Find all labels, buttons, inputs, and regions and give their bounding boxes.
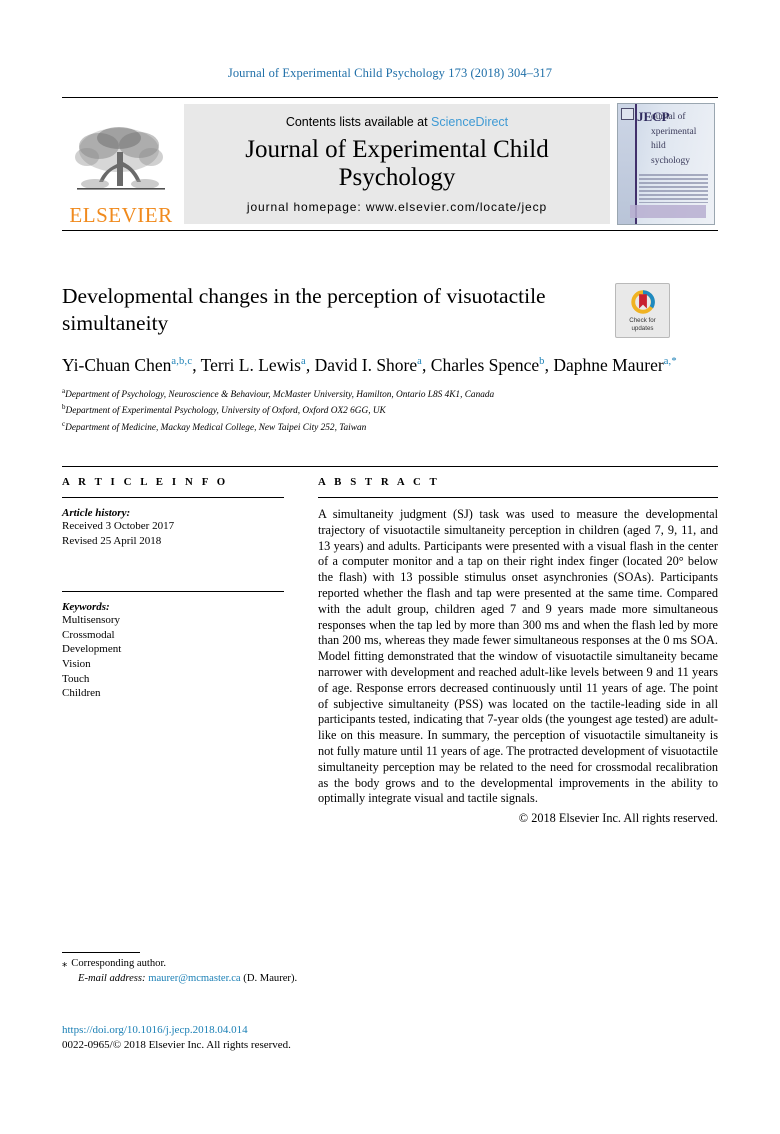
keywords-block: Keywords: Multisensory Crossmodal Develo… <box>62 591 284 701</box>
doi-link[interactable]: https://doi.org/10.1016/j.jecp.2018.04.0… <box>62 1023 291 1038</box>
sciencedirect-link[interactable]: ScienceDirect <box>431 115 508 129</box>
crossmark-badge[interactable]: Check for updates <box>615 283 670 338</box>
author-affil-marks: a,* <box>663 356 677 367</box>
cover-title-words: ournal of xperimental hild sychology <box>651 112 697 166</box>
author-item: Terri L. Lewisa, <box>200 354 315 375</box>
article-info-rule <box>62 497 284 498</box>
elsevier-logo: ELSEVIER <box>62 98 180 230</box>
keyword-item: Development <box>62 643 122 656</box>
keywords-rule <box>62 591 284 593</box>
article-history-revised: Revised 25 April 2018 <box>62 534 162 547</box>
abstract-column: A B S T R A C T A simultaneity judgment … <box>284 476 718 826</box>
article-info-heading: A R T I C L E I N F O <box>62 476 229 488</box>
cover-footer-band <box>630 205 706 218</box>
keyword-item: Children <box>62 687 101 700</box>
journal-title: Journal of Experimental Child Psychology <box>245 135 549 191</box>
affiliation-list: aDepartment of Psychology, Neuroscience … <box>62 385 718 435</box>
corresponding-author-note: ⁎ Corresponding author. <box>62 957 562 972</box>
crossmark-label: Check for updates <box>629 317 656 332</box>
article-history-label: Article history: <box>62 507 131 519</box>
footnote-divider <box>62 952 140 953</box>
abstract-copyright: © 2018 Elsevier Inc. All rights reserved… <box>518 811 718 826</box>
corresponding-author-marker: ⁎ <box>62 958 68 969</box>
section-divider <box>62 466 718 467</box>
keyword-item: Vision <box>62 657 91 670</box>
keyword-item: Multisensory <box>62 614 121 627</box>
article-info-column: A R T I C L E I N F O Article history: R… <box>62 476 284 826</box>
email-suffix: (D. Maurer). <box>243 972 298 984</box>
email-link[interactable]: maurer@mcmaster.ca <box>148 973 240 984</box>
author-item: David I. Shorea, <box>314 354 431 375</box>
author-item: Daphne Maurera,* <box>553 354 677 375</box>
author-item: Charles Spenceb, <box>430 354 554 375</box>
abstract-rule <box>318 497 718 498</box>
keywords-label: Keywords: <box>62 601 110 614</box>
journal-masthead: ELSEVIER Contents lists available at Sci… <box>62 97 718 231</box>
email-label: E-mail address: <box>78 972 146 984</box>
elsevier-wordmark: ELSEVIER <box>69 203 173 227</box>
contents-prefix: Contents lists available at <box>285 114 432 129</box>
footnote-block: ⁎ Corresponding author. E-mail address: m… <box>62 957 562 986</box>
affiliation-item: cDepartment of Medicine, Mackay Medical … <box>62 419 367 433</box>
abstract-text: A simultaneity judgment (SJ) task was us… <box>318 507 718 806</box>
journal-homepage-link[interactable]: journal homepage: www.elsevier.com/locat… <box>247 200 547 214</box>
doi-block: https://doi.org/10.1016/j.jecp.2018.04.0… <box>62 1023 291 1054</box>
masthead-center: Contents lists available at ScienceDirec… <box>184 104 610 224</box>
keyword-item: Touch <box>62 672 90 685</box>
corresponding-author-text: Corresponding author. <box>71 958 167 969</box>
title-block: Developmental changes in the perception … <box>62 283 718 434</box>
author-affil-marks: a,b,c <box>171 356 193 367</box>
abstract-heading: A B S T R A C T <box>318 476 440 488</box>
keyword-item: Crossmodal <box>62 628 115 641</box>
journal-cover-thumbnail: JECP ournal of xperimental hild sycholog… <box>614 98 718 230</box>
crossmark-icon <box>630 290 655 314</box>
elsevier-tree-icon <box>75 127 165 190</box>
article-history-received: Received 3 October 2017 <box>62 520 175 532</box>
cover-image: JECP ournal of xperimental hild sycholog… <box>617 103 715 225</box>
info-abstract-columns: A R T I C L E I N F O Article history: R… <box>62 476 718 826</box>
running-head: Journal of Experimental Child Psychology… <box>227 66 553 80</box>
cover-text-lines <box>639 174 708 206</box>
page-title: Developmental changes in the perception … <box>62 284 546 335</box>
affiliation-item: aDepartment of Psychology, Neuroscience … <box>62 386 495 400</box>
issn-copyright-line: 0022-0965/© 2018 Elsevier Inc. All right… <box>62 1039 291 1052</box>
author-list: Yi-Chuan Chena,b,c, Terri L. Lewisa, Dav… <box>62 351 682 376</box>
article-first-page: Journal of Experimental Child Psychology… <box>0 0 780 1134</box>
affiliation-item: bDepartment of Experimental Psychology, … <box>62 403 386 417</box>
email-note: E-mail address: maurer@mcmaster.ca (D. M… <box>62 972 562 987</box>
cover-corner-glyph-icon <box>621 108 634 120</box>
author-item: Yi-Chuan Chena,b,c, <box>62 354 201 375</box>
contents-available-line: Contents lists available at ScienceDirec… <box>286 115 508 129</box>
